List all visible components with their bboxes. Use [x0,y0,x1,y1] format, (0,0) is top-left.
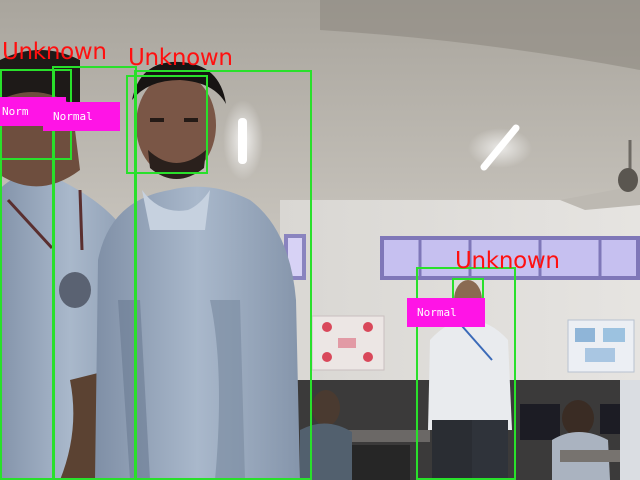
status-badge-right: Normal [407,298,485,327]
face-box-center [126,75,208,174]
identity-label-left: Unknown [2,39,107,65]
camera-frame: Unknown Unknown Unknown Norm Normal Norm… [0,0,640,480]
status-badge-center: Normal [43,102,120,131]
identity-label-right: Unknown [455,248,560,274]
identity-label-center: Unknown [128,45,233,71]
